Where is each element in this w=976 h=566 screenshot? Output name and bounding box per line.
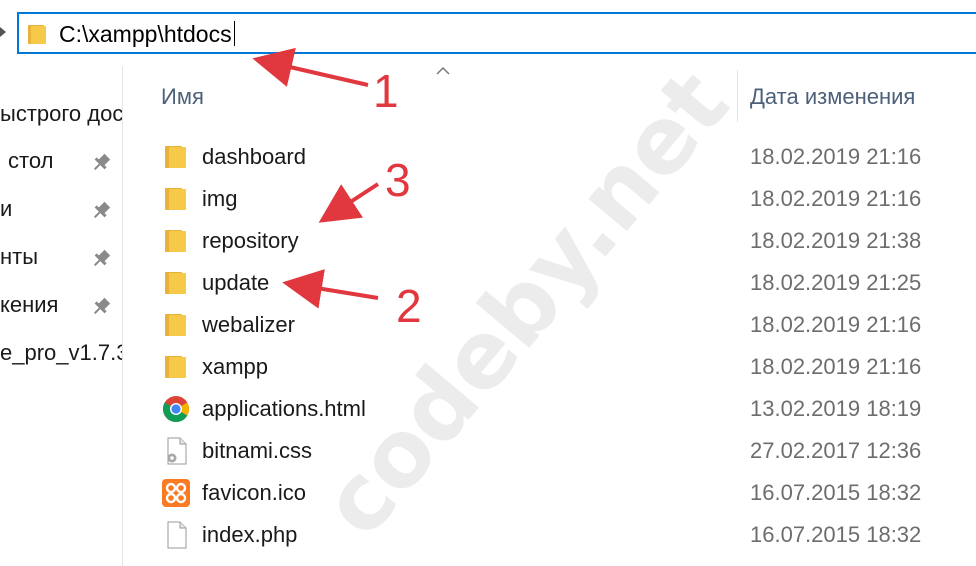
- folder-icon: [28, 25, 46, 44]
- file-name: xampp: [202, 354, 269, 379]
- list-item[interactable]: favicon.ico 16.07.2015 18:32: [123, 472, 976, 514]
- file-date: 27.02.2017 12:36: [750, 438, 922, 463]
- chrome-icon: [162, 396, 190, 423]
- text-caret: [233, 21, 236, 46]
- sidebar-item-folder[interactable]: e_pro_v1.7.3: [0, 338, 122, 368]
- annotation-marker-3: 3: [385, 154, 411, 206]
- column-header-name[interactable]: Имя: [161, 84, 204, 110]
- annotation-marker-1: 1: [373, 65, 399, 117]
- folder-icon: [165, 188, 186, 210]
- sidebar-item-downloads[interactable]: и: [0, 194, 122, 224]
- file-name: img: [202, 186, 238, 211]
- file-name: update: [202, 270, 270, 295]
- file-date: 13.02.2019 18:19: [750, 396, 922, 421]
- folder-icon: [165, 146, 186, 168]
- column-header-date-modified[interactable]: Дата изменения: [750, 84, 915, 110]
- expand-chevron-icon[interactable]: [0, 27, 6, 37]
- file-name: applications.html: [202, 396, 366, 421]
- pin-icon: [93, 153, 111, 171]
- sidebar-item-pictures[interactable]: кения: [0, 290, 122, 320]
- file-date: 18.02.2019 21:25: [750, 270, 922, 295]
- sidebar-item-quick-access[interactable]: ыстрого дос: [0, 99, 122, 129]
- file-date: 16.07.2015 18:32: [750, 480, 922, 505]
- folder-icon: [165, 272, 186, 294]
- file-date: 18.02.2019 21:16: [750, 354, 922, 379]
- pin-icon: [93, 297, 111, 315]
- file-date: 18.02.2019 21:16: [750, 312, 922, 337]
- file-name: bitnami.css: [202, 438, 313, 463]
- folder-icon: [165, 356, 186, 378]
- file-name: favicon.ico: [202, 480, 306, 505]
- address-path-input[interactable]: C:\xampp\htdocs: [59, 21, 236, 47]
- list-item[interactable]: img 18.02.2019 21:16: [123, 178, 976, 220]
- list-item[interactable]: update 18.02.2019 21:25: [123, 262, 976, 304]
- file-name: repository: [202, 228, 299, 253]
- list-item[interactable]: repository 18.02.2019 21:38: [123, 220, 976, 262]
- file-name: index.php: [202, 522, 298, 547]
- sidebar-item-documents[interactable]: нты: [0, 242, 122, 272]
- sort-ascending-icon: [436, 66, 450, 75]
- sidebar-item-desktop[interactable]: стол: [0, 146, 122, 176]
- annotation-marker-2: 2: [396, 280, 422, 332]
- file-date: 18.02.2019 21:16: [750, 144, 922, 169]
- list-item[interactable]: index.php 16.07.2015 18:32: [123, 514, 976, 556]
- column-divider[interactable]: [737, 70, 738, 122]
- file-name: webalizer: [202, 312, 295, 337]
- sidebar-item-label: ыстрого дос: [0, 101, 122, 126]
- list-item[interactable]: xampp 18.02.2019 21:16: [123, 346, 976, 388]
- address-bar[interactable]: C:\xampp\htdocs: [17, 12, 976, 54]
- file-date: 16.07.2015 18:32: [750, 522, 922, 547]
- list-item[interactable]: webalizer 18.02.2019 21:16: [123, 304, 976, 346]
- file-date: 18.02.2019 21:16: [750, 186, 922, 211]
- list-item[interactable]: applications.html 13.02.2019 18:19: [123, 388, 976, 430]
- sidebar-item-label: и: [0, 196, 13, 221]
- css-file-icon: [167, 437, 187, 465]
- pin-icon: [93, 249, 111, 267]
- xampp-icon: [162, 479, 190, 507]
- address-bar-area: C:\xampp\htdocs: [0, 0, 976, 66]
- sidebar-item-label: e_pro_v1.7.3: [0, 340, 122, 365]
- list-item[interactable]: bitnami.css 27.02.2017 12:36: [123, 430, 976, 472]
- sidebar-item-label: нты: [0, 244, 39, 269]
- folder-icon: [165, 314, 186, 336]
- blank-file-icon: [167, 521, 187, 549]
- navigation-pane: ыстрого дос стол и нты кения e_pro_v1.7.…: [0, 66, 122, 566]
- sidebar-item-label: стол: [8, 148, 54, 173]
- file-name: dashboard: [202, 144, 306, 169]
- sidebar-item-label: кения: [0, 292, 59, 317]
- list-item[interactable]: dashboard 18.02.2019 21:16: [123, 136, 976, 178]
- folder-icon: [165, 230, 186, 252]
- pin-icon: [93, 201, 111, 219]
- file-date: 18.02.2019 21:38: [750, 228, 922, 253]
